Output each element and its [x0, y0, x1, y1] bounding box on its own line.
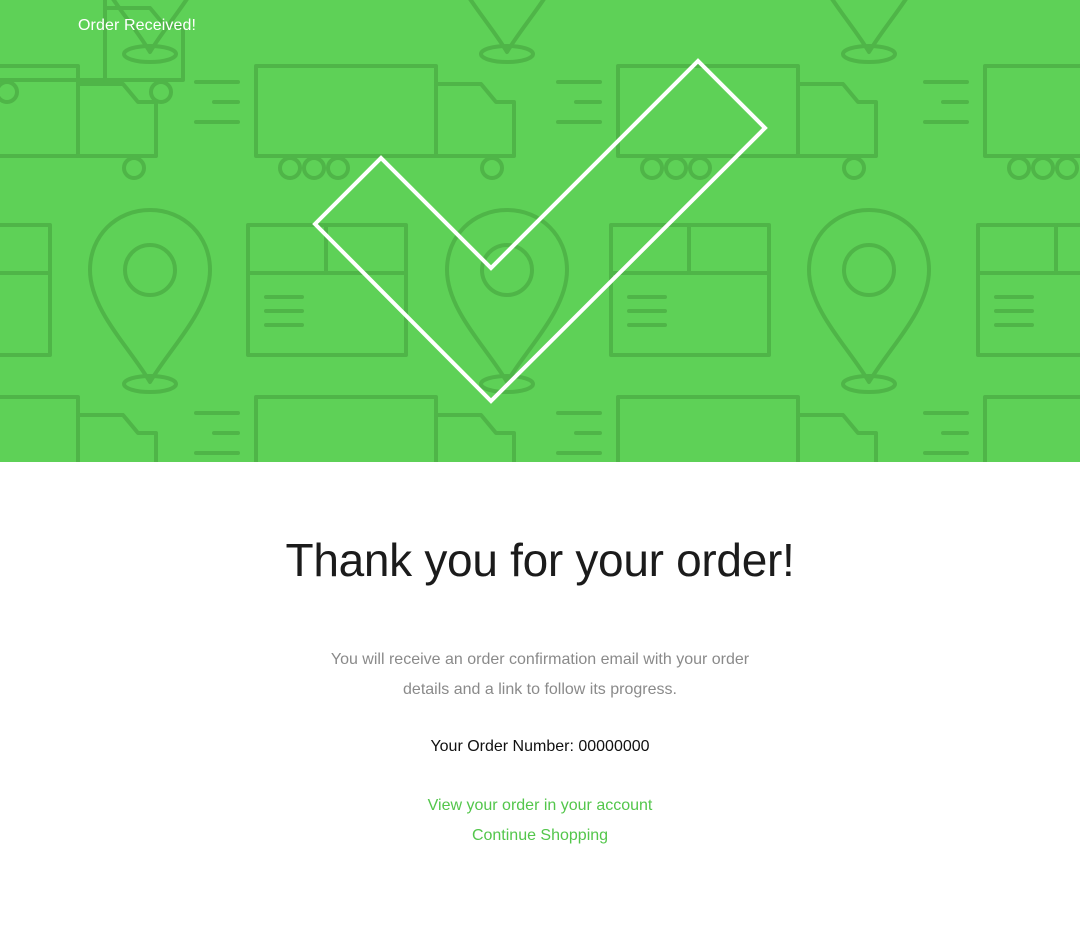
confirmation-message: You will receive an order confirmation e… — [330, 651, 750, 698]
hero-banner: Order Received! — [0, 0, 1080, 462]
continue-shopping-link-label: Continue Shopping — [471, 827, 609, 844]
confirmation-content: Thank you for your order! You will recei… — [0, 462, 1080, 940]
checkmark-icon — [312, 58, 768, 404]
order-received-title: Order Received! — [78, 17, 196, 34]
order-number: Your Order Number: 00000000 — [430, 738, 650, 755]
page-title: Thank you for your order! — [285, 534, 795, 586]
action-links: View your order in your account Continue… — [0, 791, 1080, 851]
view-order-link[interactable]: View your order in your account — [0, 791, 1080, 821]
view-order-link-label: View your order in your account — [427, 797, 653, 814]
continue-shopping-link[interactable]: Continue Shopping — [0, 821, 1080, 851]
